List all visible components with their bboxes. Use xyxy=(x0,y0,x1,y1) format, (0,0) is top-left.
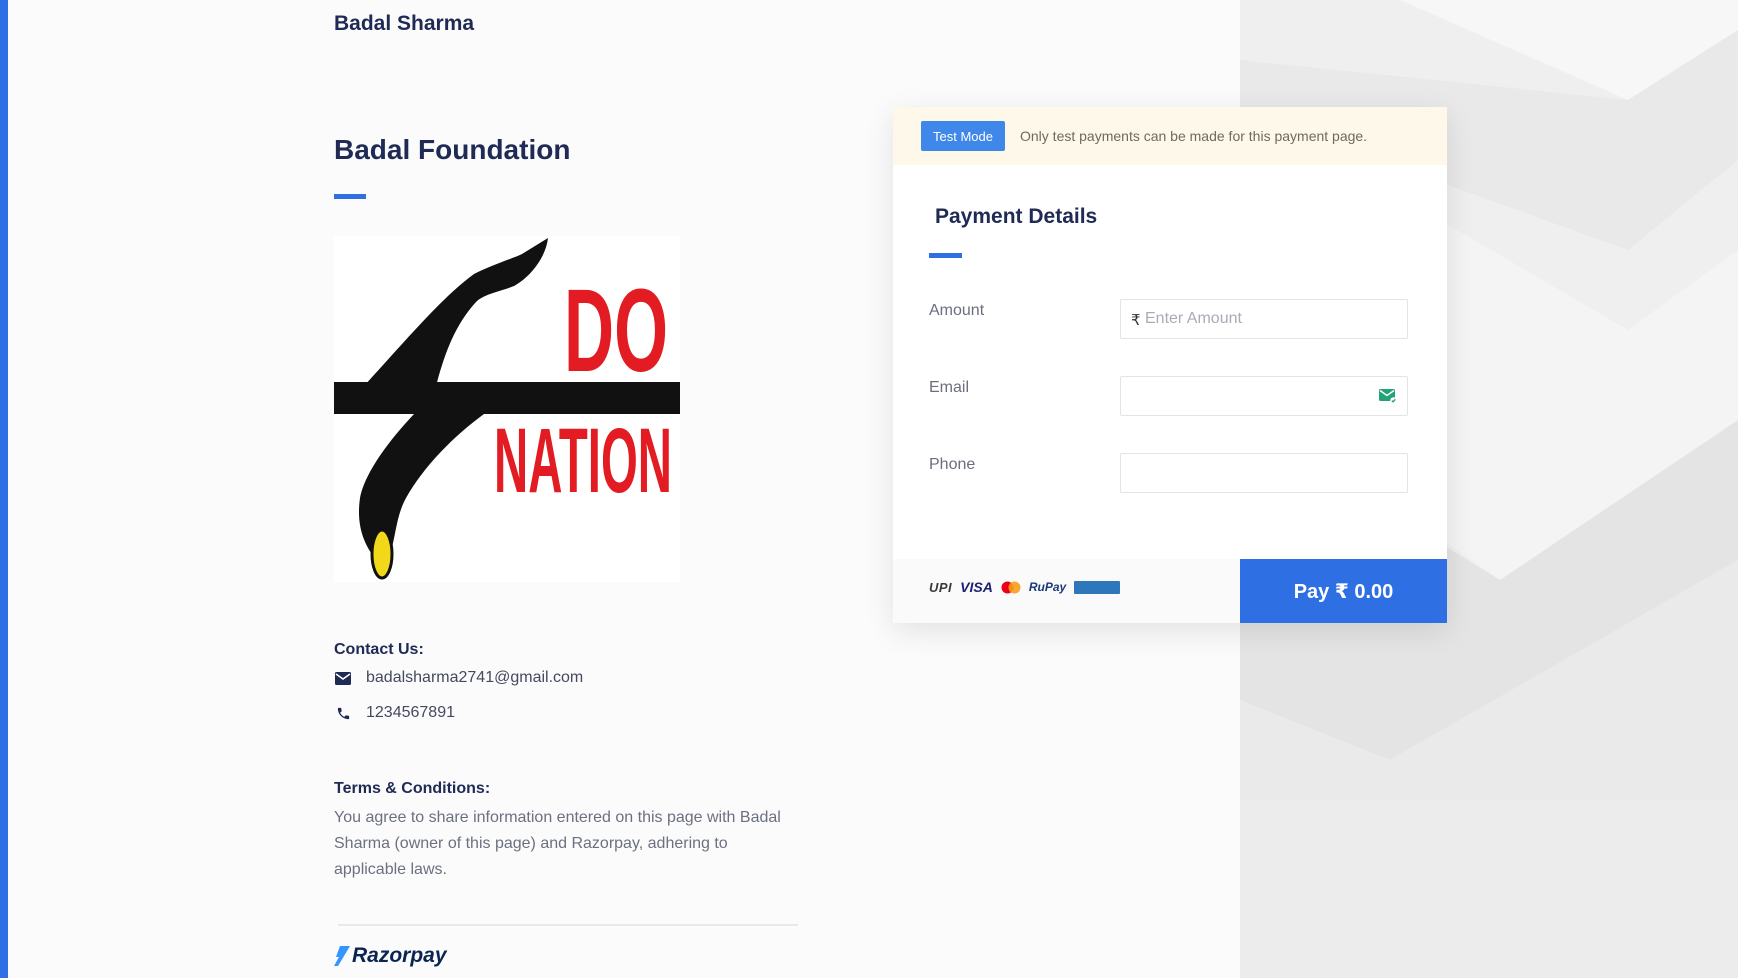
phone-icon xyxy=(334,704,352,722)
razorpay-logo[interactable]: Razorpay xyxy=(334,944,447,968)
card-footer: UPI VISA RuPay Pay ₹ 0.00 xyxy=(893,559,1447,623)
upi-icon: UPI xyxy=(929,579,953,595)
phone-input[interactable] xyxy=(1121,454,1371,492)
email-input[interactable] xyxy=(1121,377,1371,415)
payment-card: Test Mode Only test payments can be made… xyxy=(893,107,1447,623)
amount-label: Amount xyxy=(929,302,985,319)
test-mode-badge: Test Mode xyxy=(921,121,1005,151)
razorpay-wordmark: Razorpay xyxy=(352,944,447,967)
contact-phone-row: 1234567891 xyxy=(334,704,455,722)
rupay-icon: RuPay xyxy=(1028,580,1067,594)
contact-heading: Contact Us: xyxy=(334,641,424,658)
rupee-icon: ₹ xyxy=(1131,312,1141,329)
logo-text-do: DO xyxy=(564,265,668,397)
contact-email-row: badalsharma2741@gmail.com xyxy=(334,669,583,687)
payment-details-underline xyxy=(929,253,962,258)
page-title: Badal Foundation xyxy=(334,134,571,165)
footer-divider xyxy=(338,924,798,926)
title-underline xyxy=(334,194,366,199)
logo-text-nation: NATION xyxy=(494,410,672,512)
donation-logo: DO NATION xyxy=(334,236,680,582)
payment-methods: UPI VISA RuPay xyxy=(929,579,1121,595)
amount-field: ₹ xyxy=(1120,299,1408,339)
phone-label: Phone xyxy=(929,456,976,473)
contact-phone[interactable]: 1234567891 xyxy=(366,704,455,722)
email-verify-icon xyxy=(1379,389,1397,404)
terms-heading: Terms & Conditions: xyxy=(334,780,491,797)
amex-icon xyxy=(1074,580,1121,594)
visa-icon: VISA xyxy=(960,579,993,595)
pay-button[interactable]: Pay ₹ 0.00 xyxy=(1240,559,1447,623)
merchant-name: Badal Sharma xyxy=(334,12,475,35)
email-label: Email xyxy=(929,379,970,396)
amount-input[interactable] xyxy=(1143,300,1397,338)
payment-details-title: Payment Details xyxy=(935,205,1098,228)
mastercard-icon xyxy=(1001,581,1021,594)
mail-icon xyxy=(334,669,352,687)
test-mode-banner: Test Mode Only test payments can be made… xyxy=(893,107,1447,165)
email-field xyxy=(1120,376,1408,416)
left-accent-bar xyxy=(0,0,8,978)
phone-field xyxy=(1120,453,1408,493)
terms-text: You agree to share information entered o… xyxy=(334,809,781,878)
contact-email[interactable]: badalsharma2741@gmail.com xyxy=(366,669,583,687)
test-mode-message: Only test payments can be made for this … xyxy=(1020,128,1368,144)
razorpay-mark-icon xyxy=(334,946,350,966)
